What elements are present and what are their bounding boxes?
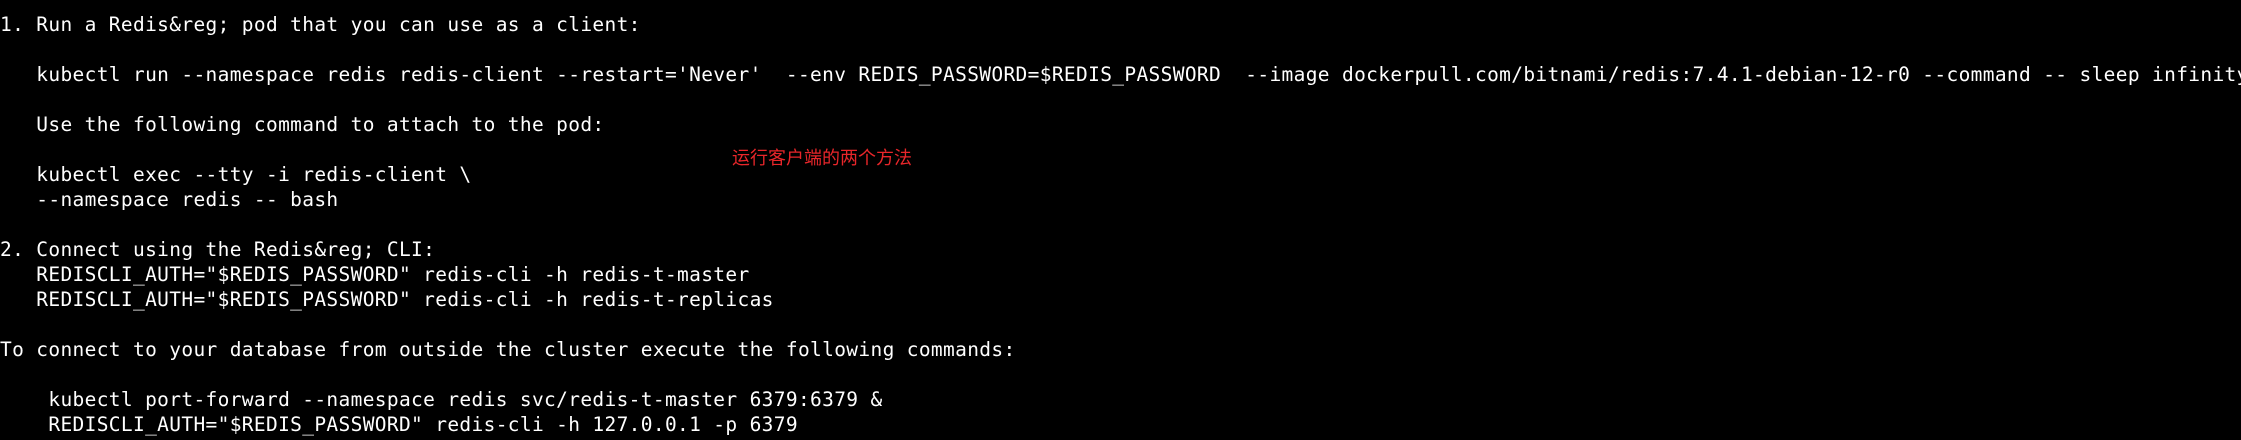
attach-instruction: Use the following command to attach to t… xyxy=(0,113,605,136)
instruction-step-2: 2. Connect using the Redis&reg; CLI: xyxy=(0,238,436,261)
outside-cluster-instruction: To connect to your database from outside… xyxy=(0,338,1016,361)
annotation-note: 运行客户端的两个方法 xyxy=(732,148,912,169)
kubectl-run-command: kubectl run --namespace redis redis-clie… xyxy=(0,63,2241,86)
port-forward-command: kubectl port-forward --namespace redis s… xyxy=(0,388,883,411)
kubectl-exec-command-continued: --namespace redis -- bash xyxy=(0,188,339,211)
redis-cli-local-command: REDISCLI_AUTH="$REDIS_PASSWORD" redis-cl… xyxy=(0,413,798,436)
terminal-output: 1. Run a Redis&reg; pod that you can use… xyxy=(0,0,2241,440)
kubectl-exec-command: kubectl exec --tty -i redis-client \ xyxy=(0,163,472,186)
redis-cli-replicas-command: REDISCLI_AUTH="$REDIS_PASSWORD" redis-cl… xyxy=(0,288,774,311)
instruction-step-1: 1. Run a Redis&reg; pod that you can use… xyxy=(0,13,641,36)
redis-cli-master-command: REDISCLI_AUTH="$REDIS_PASSWORD" redis-cl… xyxy=(0,263,750,286)
